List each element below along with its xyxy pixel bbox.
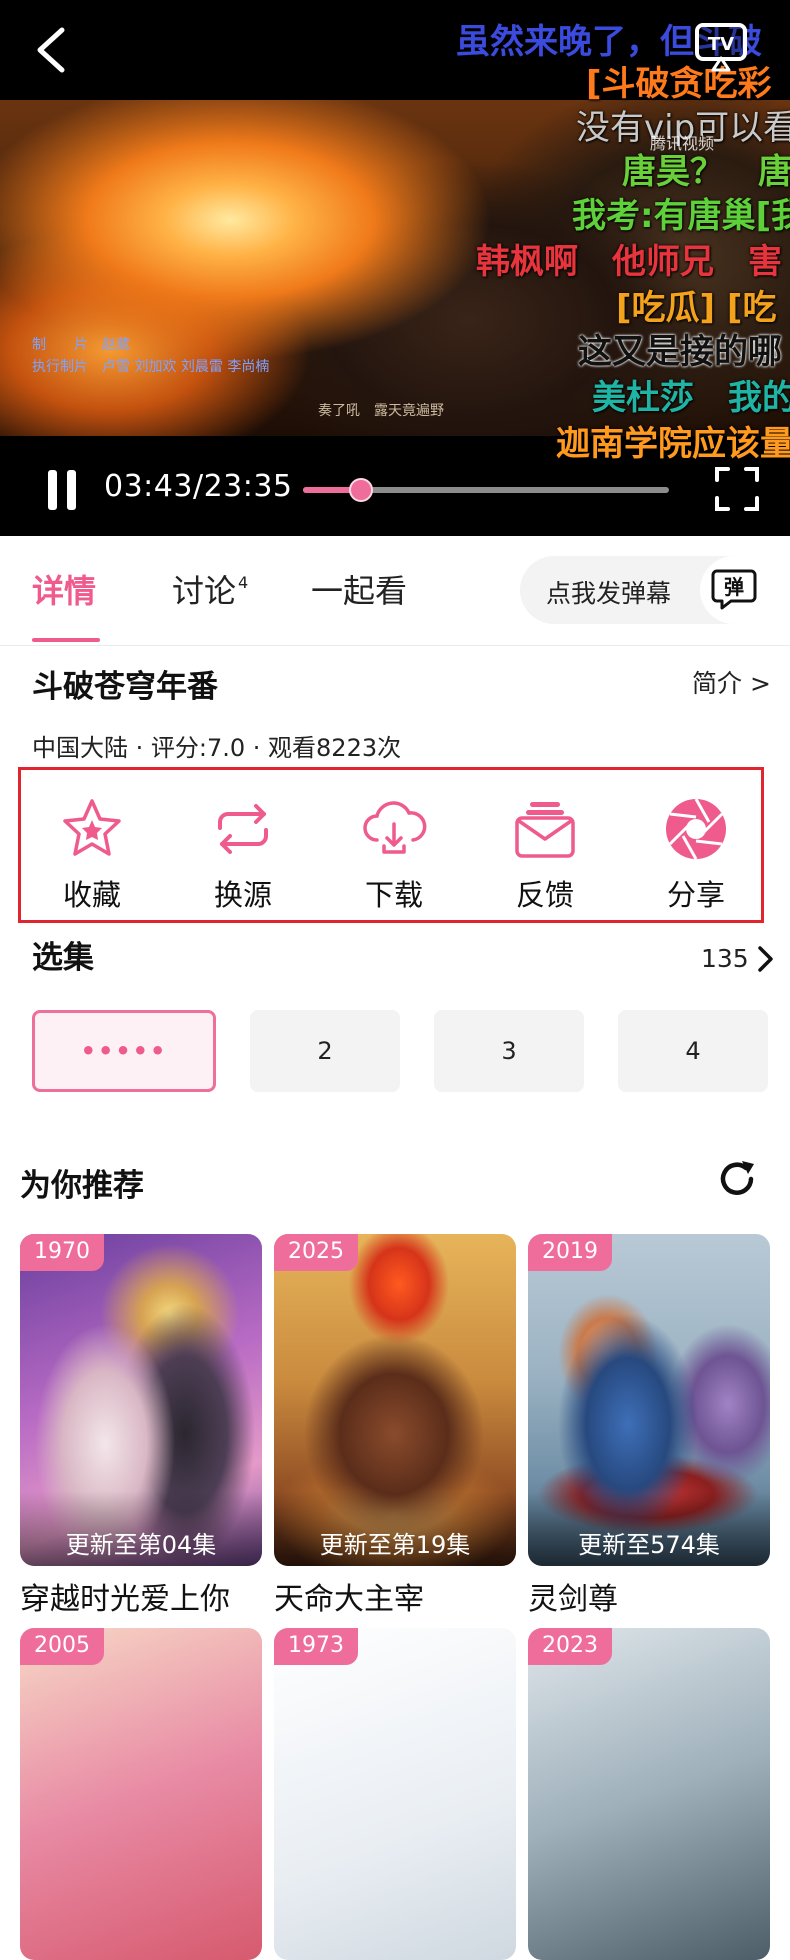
mail-icon xyxy=(515,802,575,858)
year-badge: 2025 xyxy=(274,1234,358,1271)
share-button[interactable]: 分享 xyxy=(636,796,756,914)
tab-discuss-label: 讨论 xyxy=(172,572,237,610)
tab-watch-together[interactable]: 一起看 xyxy=(311,566,407,612)
danmaku-comment: 唐昊？ 唐 xyxy=(622,152,790,192)
progress-thumb[interactable] xyxy=(349,478,373,502)
pause-button[interactable] xyxy=(44,470,80,510)
discuss-count-badge: 4 xyxy=(238,573,249,592)
year-badge: 1973 xyxy=(274,1628,358,1665)
refresh-button[interactable] xyxy=(716,1158,758,1200)
download-label: 下载 xyxy=(364,878,423,912)
card-title[interactable]: 灵剑尊 xyxy=(528,1574,618,1618)
year-badge: 2005 xyxy=(20,1628,104,1665)
switch-source-label: 换源 xyxy=(213,878,272,912)
tab-details[interactable]: 详情 xyxy=(32,566,96,612)
feedback-label: 反馈 xyxy=(515,878,574,912)
episode-current[interactable]: ••••• xyxy=(32,1010,216,1092)
send-danmaku-label: 点我发弹幕 xyxy=(546,579,672,608)
star-icon xyxy=(63,799,121,856)
danmaku-icon: 弹 xyxy=(711,568,757,610)
refresh-icon xyxy=(720,1161,754,1195)
recommend-card[interactable]: 2019 更新至574集 xyxy=(528,1234,770,1566)
tv-cast-button[interactable]: TV xyxy=(694,22,748,72)
recommend-card[interactable]: 2023 xyxy=(528,1628,770,1960)
danmaku-comment: 我考:有唐巢[我 xyxy=(572,196,790,236)
update-status: 更新至574集 xyxy=(528,1491,770,1566)
episodes-title: 选集 xyxy=(32,940,94,976)
tv-cast-icon: TV xyxy=(695,23,747,72)
credit-line: 执行制片 卢雪 刘加欢 刘晨雷 李尚楠 xyxy=(32,359,270,375)
poster-image xyxy=(528,1628,770,1960)
intro-link[interactable]: 简介 > xyxy=(692,664,771,700)
danmaku-comment: 这又是接的哪 xyxy=(578,332,782,372)
platform-watermark: 腾讯视频 xyxy=(650,134,715,153)
pause-icon xyxy=(67,470,76,510)
danmaku-comment: [吃瓜] [吃 xyxy=(616,288,777,328)
recommend-card[interactable]: 2025 更新至第19集 xyxy=(274,1234,516,1566)
svg-text:TV: TV xyxy=(708,34,734,55)
recommend-card[interactable]: 1970 更新至第04集 xyxy=(20,1234,262,1566)
episode-item[interactable]: 3 xyxy=(434,1010,584,1092)
fullscreen-button[interactable] xyxy=(714,466,760,512)
episode-item[interactable]: 2 xyxy=(250,1010,400,1092)
poster-image xyxy=(20,1628,262,1960)
switch-source-button[interactable]: 换源 xyxy=(183,796,303,914)
pause-icon xyxy=(48,470,57,510)
show-meta: 中国大陆 · 评分:7.0 · 观看8223次 xyxy=(32,734,402,762)
year-badge: 2019 xyxy=(528,1234,612,1271)
credit-line: 制 片 赵葳 xyxy=(32,337,130,353)
favorite-label: 收藏 xyxy=(62,878,121,912)
tab-discuss[interactable]: 讨论 4 xyxy=(172,566,248,612)
episode-item[interactable]: 4 xyxy=(618,1010,768,1092)
card-title[interactable]: 穿越时光爱上你 xyxy=(20,1574,230,1618)
chevron-left-icon xyxy=(37,27,65,73)
share-label: 分享 xyxy=(666,878,725,912)
tab-active-indicator xyxy=(32,638,100,642)
poster-image xyxy=(274,1628,516,1960)
video-player[interactable]: 制 片 赵葳 执行制片 卢雪 刘加欢 刘晨雷 李尚楠 奏了吼 露天竟遍野 虽然来… xyxy=(0,0,790,536)
cloud-download-icon xyxy=(363,801,427,854)
danmaku-comment: 迦南学院应该量 xyxy=(556,424,790,464)
video-credits: 制 片 赵葳 执行制片 卢雪 刘加欢 刘晨雷 李尚楠 xyxy=(32,334,269,378)
download-button[interactable]: 下载 xyxy=(334,796,454,914)
video-subtitle: 奏了吼 露天竟遍野 xyxy=(318,403,444,419)
update-status: 更新至第04集 xyxy=(20,1491,262,1566)
svg-text:弹: 弹 xyxy=(724,575,744,599)
back-button[interactable] xyxy=(30,22,74,78)
favorite-button[interactable]: 收藏 xyxy=(32,796,152,914)
feedback-button[interactable]: 反馈 xyxy=(485,796,605,914)
year-badge: 2023 xyxy=(528,1628,612,1665)
update-status: 更新至第19集 xyxy=(274,1491,516,1566)
shutter-share-icon xyxy=(666,798,726,860)
chevron-right-icon[interactable] xyxy=(754,944,776,974)
recommend-card[interactable]: 2005 xyxy=(20,1628,262,1960)
recommend-title: 为你推荐 xyxy=(20,1168,144,1204)
danmaku-comment: 美杜莎 我的 xyxy=(592,378,790,418)
year-badge: 1970 xyxy=(20,1234,104,1271)
danmaku-comment: 韩枫啊 他师兄 害 xyxy=(476,242,782,282)
playback-time: 03:43/23:35 xyxy=(104,469,293,504)
show-title: 斗破苍穹年番 xyxy=(32,669,218,705)
recommend-card[interactable]: 1973 xyxy=(274,1628,516,1960)
episode-count[interactable]: 135 xyxy=(701,944,749,973)
card-title[interactable]: 天命大主宰 xyxy=(274,1574,424,1618)
repeat-icon xyxy=(218,804,268,854)
tabs-divider xyxy=(0,645,790,646)
fullscreen-icon xyxy=(715,467,759,511)
